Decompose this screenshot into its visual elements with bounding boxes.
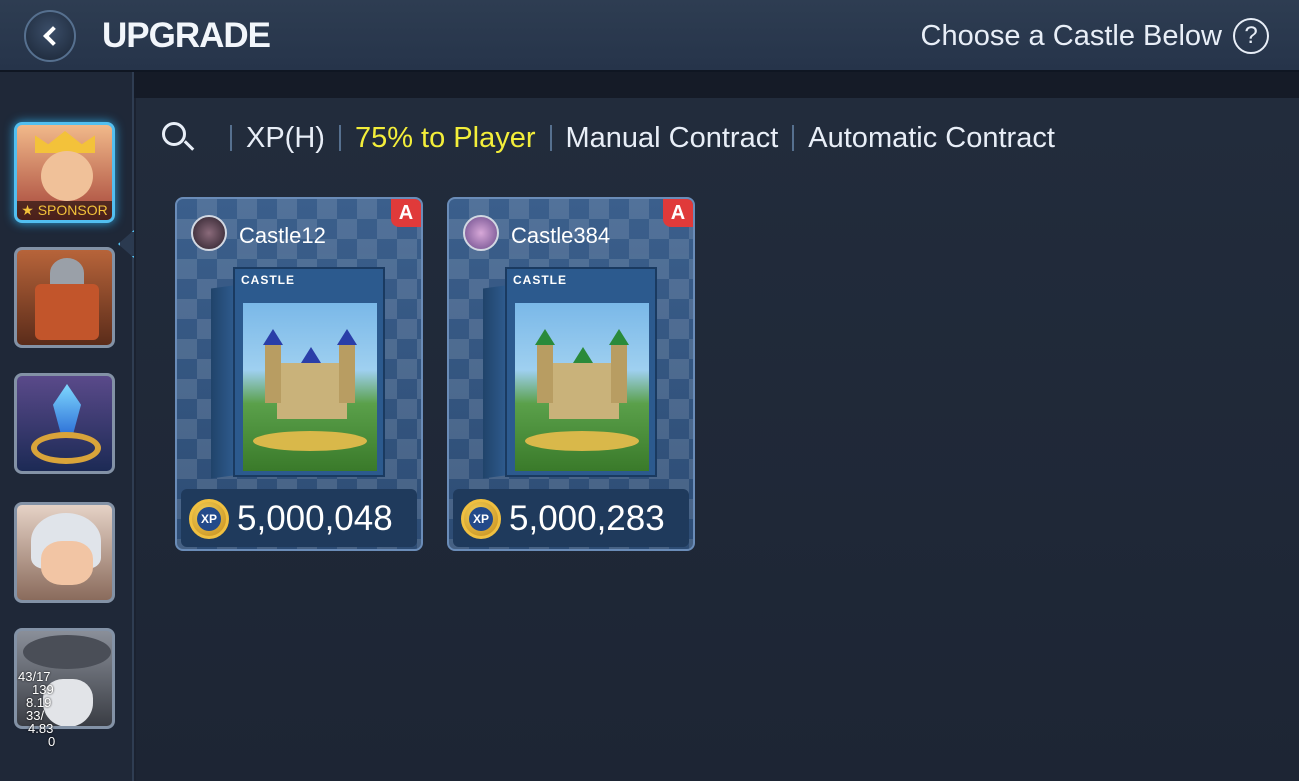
castle-card[interactable]: A Castle12 CASTLE XP 5,000,048 [175, 197, 423, 551]
filter-divider [338, 125, 341, 151]
chevron-left-icon [43, 26, 63, 46]
sidebar-item-crystal-tower[interactable] [14, 373, 115, 474]
filter-divider [549, 125, 552, 151]
sidebar-item-cannon-tower[interactable] [14, 247, 115, 348]
filter-manual-contract[interactable]: Manual Contract [566, 122, 779, 155]
page-title: UPGRADE [102, 16, 271, 55]
filter-divider [230, 125, 232, 151]
wizard-hat-icon [23, 635, 111, 669]
xp-coin-icon: XP [461, 499, 501, 539]
gold-pile-icon [253, 431, 367, 451]
castle-name: Castle384 [511, 223, 611, 248]
crystal-ring-icon [31, 432, 101, 464]
castle-scene [243, 303, 377, 471]
grade-badge: A [663, 199, 693, 227]
overlay-number: 0 [48, 734, 56, 749]
filter-automatic-contract[interactable]: Automatic Contract [808, 122, 1055, 155]
filter-75-to-player[interactable]: 75% to Player [355, 122, 536, 155]
crown-icon [35, 131, 95, 153]
castle-card[interactable]: A Castle384 CASTLE XP 5,000,283 [447, 197, 695, 551]
knight-avatar-icon [41, 541, 93, 585]
help-icon[interactable]: ? [1233, 18, 1269, 54]
back-button[interactable] [24, 10, 76, 62]
filter-bar: XP(H) 75% to Player Manual Contract Auto… [160, 118, 1055, 158]
grade-badge: A [391, 199, 421, 227]
castle-name: Castle12 [239, 223, 326, 248]
price-bar: XP 5,000,283 [453, 489, 689, 547]
crystal-tower-icon [53, 384, 81, 436]
header-hint: Choose a Castle Below [920, 20, 1222, 52]
castle-box-image: CASTLE [211, 267, 387, 479]
box-title: CASTLE [513, 273, 567, 287]
debug-overlay-numbers: 43/17 139 8.19 33/ 4.83 0 [18, 670, 55, 748]
search-icon[interactable] [160, 120, 196, 156]
box-title: CASTLE [241, 273, 295, 287]
castle-scene [515, 303, 649, 471]
filter-divider [792, 125, 795, 151]
header-shadow-strip [0, 72, 1299, 98]
price-value: 5,000,283 [509, 499, 665, 538]
castle-icon [277, 363, 347, 419]
header-bar: UPGRADE Choose a Castle Below ? [0, 0, 1299, 72]
castle-icon [549, 363, 619, 419]
sidebar-item-knight[interactable] [14, 502, 115, 603]
owner-avatar-icon [191, 215, 227, 251]
sponsor-label: ★ SPONSOR [17, 201, 112, 220]
price-bar: XP 5,000,048 [181, 489, 417, 547]
gold-pile-icon [525, 431, 639, 451]
owner-avatar-icon [463, 215, 499, 251]
cannon-tower-icon [35, 284, 99, 340]
castle-box-image: CASTLE [483, 267, 659, 479]
sidebar-item-sponsor[interactable]: ★ SPONSOR [14, 122, 115, 223]
xp-coin-icon: XP [189, 499, 229, 539]
filter-xp-h[interactable]: XP(H) [246, 122, 325, 155]
price-value: 5,000,048 [237, 499, 393, 538]
king-avatar-icon [41, 151, 93, 201]
active-item-arrow [118, 230, 134, 258]
